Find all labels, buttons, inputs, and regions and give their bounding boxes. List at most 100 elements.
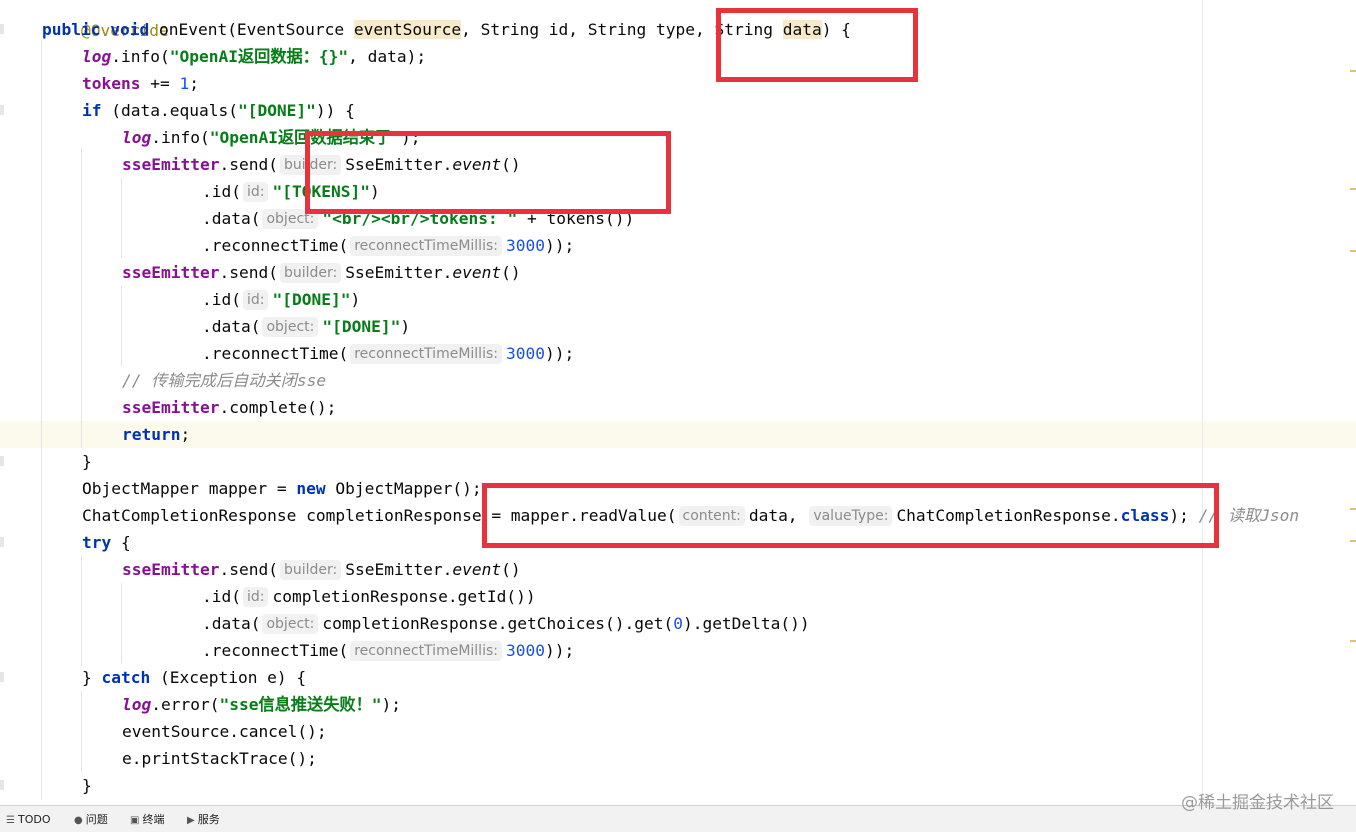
code-line[interactable]: } <box>82 448 92 475</box>
keyword: new <box>296 479 326 498</box>
error-stripe-mark[interactable] <box>1350 250 1356 252</box>
indent-guide <box>81 148 82 448</box>
code-line[interactable]: .data(object: completionResponse.getChoic… <box>202 610 810 637</box>
code-text: .id( <box>202 587 241 606</box>
string-literal: "[DONE]" <box>272 290 351 309</box>
code-text: .reconnectTime( <box>202 236 349 255</box>
indent-guide <box>121 286 122 366</box>
parameter-hint: id: <box>242 587 269 607</box>
string-literal: "sse信息推送失败！" <box>219 695 382 714</box>
error-stripe-mark[interactable] <box>1350 188 1356 190</box>
field: sseEmitter <box>122 263 220 282</box>
code-line[interactable]: .reconnectTime(reconnectTimeMillis: 3000)… <box>202 232 574 259</box>
code-comment: // 传输完成后自动关闭sse <box>122 371 327 390</box>
terminal-tab[interactable]: ▣ 终端 <box>130 812 164 828</box>
field: sseEmitter <box>122 155 220 174</box>
indent-guide <box>121 178 122 258</box>
code-line[interactable]: log.info("OpenAI返回数据：{}", data); <box>82 43 426 70</box>
code-line[interactable]: ObjectMapper mapper = new ObjectMapper()… <box>82 475 482 502</box>
code-text: { <box>111 533 131 552</box>
gutter-fold-marker[interactable] <box>0 105 4 115</box>
string-literal: "OpenAI返回数据：{}" <box>169 47 349 66</box>
gutter-fold-marker[interactable] <box>0 672 4 682</box>
code-text: ; <box>189 74 199 93</box>
code-line[interactable]: .reconnectTime(reconnectTimeMillis: 3000)… <box>202 637 574 664</box>
code-line[interactable]: sseEmitter.complete(); <box>122 394 336 421</box>
gutter-fold-marker[interactable] <box>0 24 4 34</box>
error-stripe-mark[interactable] <box>1350 508 1356 510</box>
static-field: log <box>122 128 152 147</box>
code-text: , data); <box>348 47 427 66</box>
code-text: .send( <box>219 155 278 174</box>
keyword: catch <box>101 668 151 687</box>
code-text: .error( <box>151 695 220 714</box>
code-text: () <box>501 263 521 282</box>
code-text: += <box>140 74 180 93</box>
code-line[interactable]: tokens += 1; <box>82 70 199 97</box>
code-text: ) <box>350 290 361 309</box>
indent-guide <box>81 691 82 771</box>
code-text: .complete(); <box>219 398 337 417</box>
parameter-hint: id: <box>242 290 269 310</box>
code-text: .data( <box>202 614 261 633</box>
number-literal: 3000 <box>505 641 545 660</box>
code-line[interactable]: eventSource.cancel(); <box>122 718 327 745</box>
code-text: (Exception e) { <box>150 668 307 687</box>
code-line[interactable]: sseEmitter.send(builder: SseEmitter.event… <box>122 556 521 583</box>
code-line[interactable]: .id(id: completionResponse.getId()) <box>202 583 536 610</box>
tab-label: 服务 <box>197 813 220 826</box>
code-text: .info( <box>151 128 210 147</box>
number-literal: 3000 <box>505 236 545 255</box>
code-text: .data( <box>202 209 261 228</box>
code-line[interactable]: sseEmitter.send(builder: SseEmitter.event… <box>122 259 521 286</box>
field: sseEmitter <box>122 398 220 417</box>
code-line[interactable]: } catch (Exception e) { <box>82 664 306 691</box>
code-text: ObjectMapper mapper = <box>82 479 297 498</box>
code-line[interactable]: .id(id: "[DONE]") <box>202 286 360 313</box>
gutter-fold-marker[interactable] <box>0 537 4 547</box>
code-text: ObjectMapper(); <box>325 479 482 498</box>
code-line[interactable]: .data(object: "[DONE]") <box>202 313 410 340</box>
services-tab[interactable]: ▶ 服务 <box>187 812 220 828</box>
static-field: log <box>122 695 152 714</box>
code-line[interactable]: try { <box>82 529 131 556</box>
code-text: eventSource.cancel(); <box>122 722 327 741</box>
parameter-hint: object: <box>262 317 319 337</box>
code-line[interactable]: } <box>82 772 92 799</box>
terminal-icon: ▣ <box>130 815 140 826</box>
code-line[interactable]: if (data.equals("[DONE]")) { <box>82 97 355 124</box>
static-field: log <box>82 47 112 66</box>
indent-guide <box>41 40 42 800</box>
todo-list-icon: ☰ <box>6 815 15 826</box>
error-stripe-mark[interactable] <box>1350 70 1356 72</box>
code-text: )); <box>544 236 575 255</box>
code-line[interactable]: return; <box>122 421 190 448</box>
tab-label: 终端 <box>142 813 165 826</box>
code-text: } <box>82 452 92 471</box>
code-text: e.printStackTrace(); <box>122 749 317 768</box>
gutter-fold-marker[interactable] <box>0 456 4 466</box>
string-literal: "[DONE]" <box>322 317 401 336</box>
error-stripe-mark[interactable] <box>1350 540 1356 542</box>
number-literal: 3000 <box>505 344 545 363</box>
tool-window-bar: ☰ TODO ● 问题 ▣ 终端 ▶ 服务 <box>0 805 1356 832</box>
watermark: @稀土掘金技术社区 <box>1181 793 1334 813</box>
todo-tab[interactable]: ☰ TODO <box>6 812 50 828</box>
code-line[interactable]: log.error("sse信息推送失败！"); <box>122 691 401 718</box>
code-line[interactable]: @Override <box>42 0 169 40</box>
problems-icon: ● <box>74 815 83 826</box>
code-line[interactable]: // 传输完成后自动关闭sse <box>122 367 326 394</box>
code-text: () <box>501 560 521 579</box>
code-text: .data( <box>202 317 261 336</box>
parameter-hint: object: <box>262 614 319 634</box>
code-text: ) <box>400 317 411 336</box>
gutter-fold-marker[interactable] <box>0 780 4 790</box>
code-text: (data.equals( <box>101 101 238 120</box>
parameter-hint: reconnectTimeMillis: <box>350 641 502 661</box>
current-line-highlight <box>0 421 1356 448</box>
code-line[interactable]: .reconnectTime(reconnectTimeMillis: 3000)… <box>202 340 574 367</box>
error-stripe-mark[interactable] <box>1350 640 1356 642</box>
problems-tab[interactable]: ● 问题 <box>74 812 108 828</box>
code-editor[interactable]: @Override public void onEvent(EventSourc… <box>0 0 1356 805</box>
code-line[interactable]: e.printStackTrace(); <box>122 745 317 772</box>
